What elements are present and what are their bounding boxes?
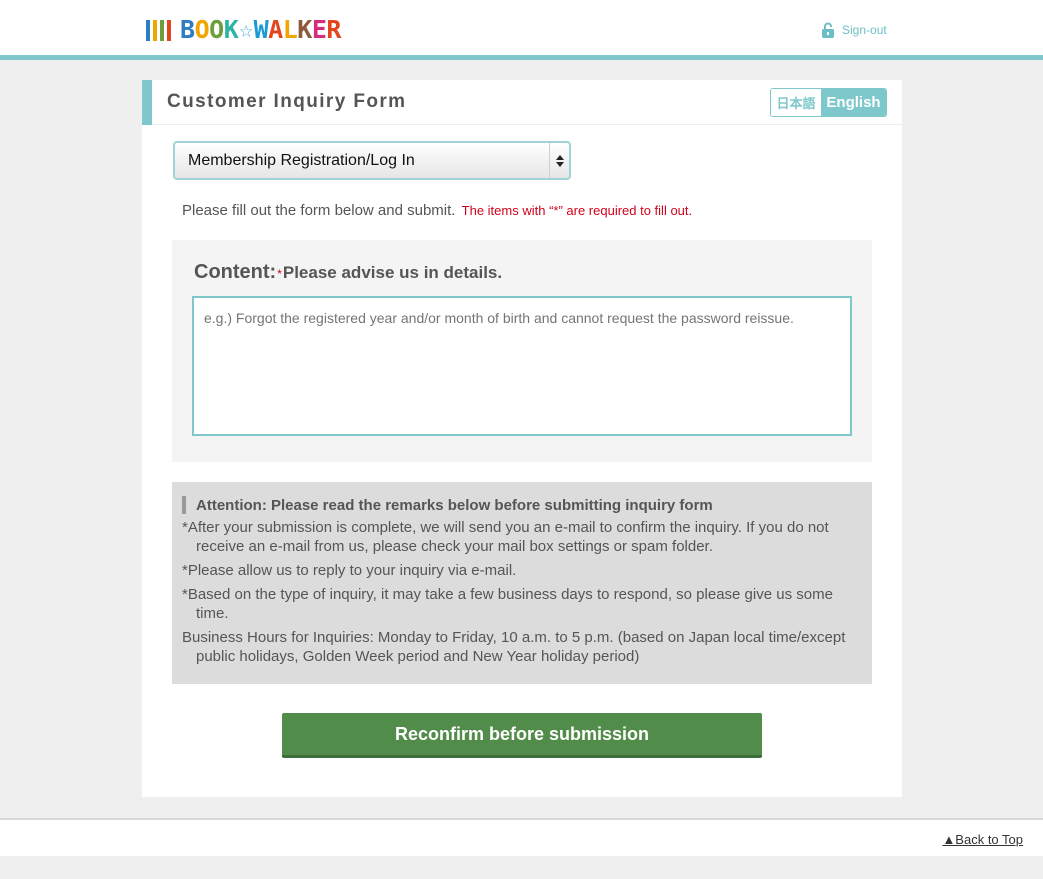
signout-link[interactable]: Sign-out xyxy=(821,22,887,38)
logo-wordmark: B O O K ☆ W A L K E R xyxy=(180,16,341,44)
form-title-bar: Customer Inquiry Form 日本語 English xyxy=(142,80,902,125)
site-footer: ▲Back to Top xyxy=(0,818,1043,856)
logo-letter: L xyxy=(282,15,298,44)
category-selected-value: Membership Registration/Log In xyxy=(188,151,415,169)
attention-title-text: Attention: Please read the remarks below… xyxy=(196,496,713,514)
content-textarea[interactable] xyxy=(192,296,852,436)
attention-bar-icon xyxy=(182,496,186,514)
inquiry-category-select[interactable]: Membership Registration/Log In xyxy=(173,141,571,180)
logo-letter: E xyxy=(311,15,327,44)
logo-stripe xyxy=(167,19,171,41)
lang-english-button[interactable]: English xyxy=(821,89,886,116)
lang-japanese-button[interactable]: 日本語 xyxy=(771,89,821,116)
attention-title: Attention: Please read the remarks below… xyxy=(182,496,862,514)
content-section: Content: * Please advise us in details. xyxy=(172,240,872,462)
logo-letter: W xyxy=(253,15,269,44)
content-label: Content: * Please advise us in details. xyxy=(194,261,502,284)
unlock-icon xyxy=(822,22,834,38)
page-title: Customer Inquiry Form xyxy=(167,91,407,112)
attention-item: Business Hours for Inquiries: Monday to … xyxy=(182,629,846,665)
signout-label: Sign-out xyxy=(842,23,887,37)
arrow-up-icon xyxy=(555,154,564,160)
bookwalker-logo[interactable]: B O O K ☆ W A L K E R xyxy=(146,16,341,44)
required-note: The items with “*” are required to fill … xyxy=(461,203,693,218)
logo-letter: K xyxy=(223,15,239,44)
instructions-text: Please fill out the form below and submi… xyxy=(182,202,456,219)
attention-item: *Please allow us to reply to your inquir… xyxy=(182,562,517,579)
logo-stripe xyxy=(153,19,157,41)
logo-stripe xyxy=(160,19,164,41)
logo-letter: B xyxy=(180,15,195,44)
logo-stripe xyxy=(146,19,150,41)
attention-item: *After your submission is complete, we w… xyxy=(182,519,829,555)
attention-notice: Attention: Please read the remarks below… xyxy=(172,482,872,684)
select-updown-icon xyxy=(549,143,569,178)
reconfirm-submit-button[interactable]: Reconfirm before submission xyxy=(282,713,762,758)
content-label-main: Content: xyxy=(194,261,277,283)
logo-letter: K xyxy=(297,15,312,44)
language-switcher: 日本語 English xyxy=(770,88,887,117)
attention-item: *Based on the type of inquiry, it may ta… xyxy=(182,586,833,622)
title-accent-bar xyxy=(142,80,152,125)
site-header: B O O K ☆ W A L K E R Sign-out xyxy=(0,0,1043,55)
required-mark: * xyxy=(277,267,282,281)
logo-letter: O xyxy=(209,15,224,44)
arrow-down-icon xyxy=(555,161,564,167)
logo-letter: O xyxy=(194,15,210,44)
logo-stripes-icon xyxy=(146,19,171,41)
back-to-top-link[interactable]: ▲Back to Top xyxy=(942,832,1023,847)
content-label-sub: Please advise us in details. xyxy=(282,263,503,282)
header-accent-bar xyxy=(0,55,1043,60)
inquiry-form-card: Customer Inquiry Form 日本語 English Member… xyxy=(142,80,902,797)
logo-letter: R xyxy=(326,15,341,44)
logo-letter: A xyxy=(268,15,283,44)
form-instructions: Please fill out the form below and submi… xyxy=(182,202,692,219)
logo-star-icon: ☆ xyxy=(239,17,253,43)
